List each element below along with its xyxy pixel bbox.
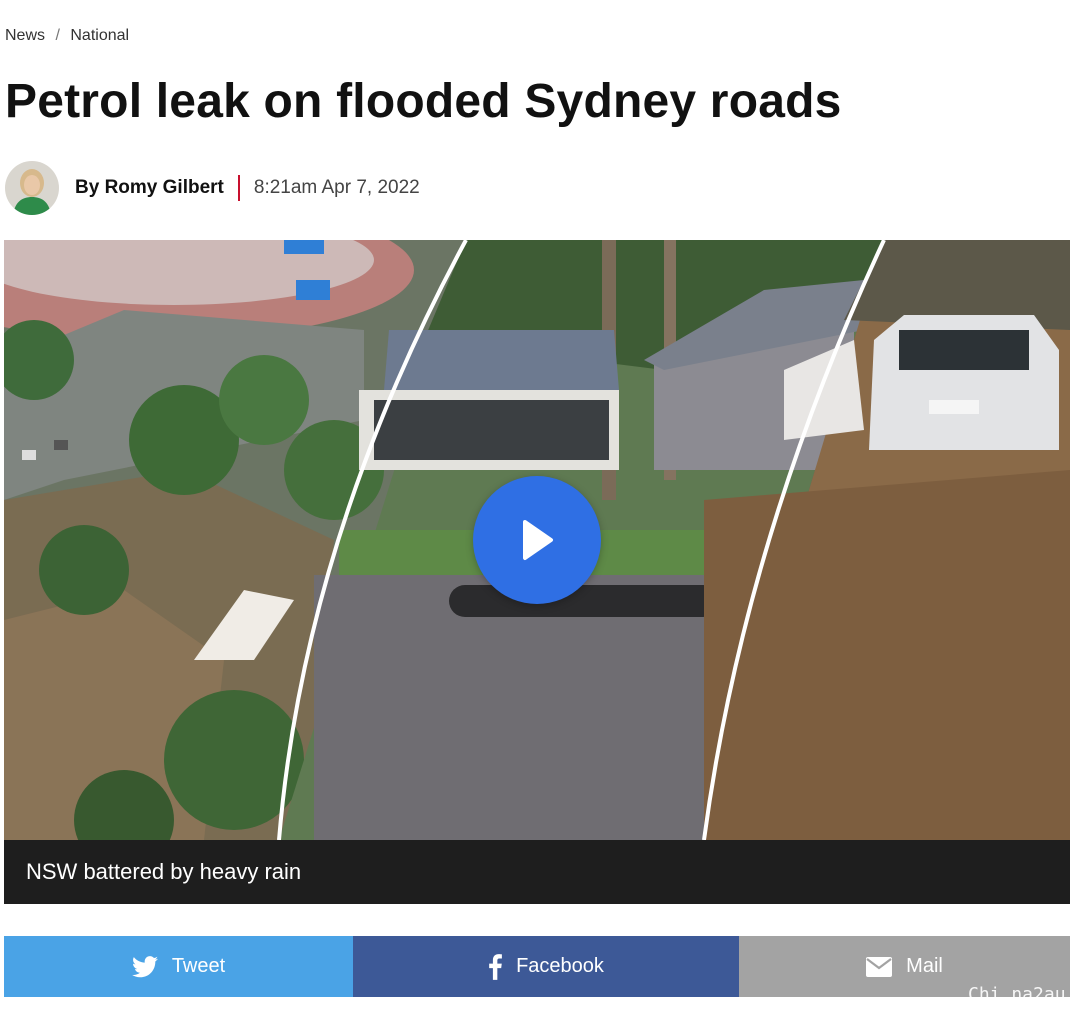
play-icon [523, 520, 553, 560]
author-name[interactable]: By Romy Gilbert [75, 177, 224, 199]
tweet-button[interactable]: Tweet [4, 936, 353, 997]
publish-timestamp: 8:21am Apr 7, 2022 [253, 177, 420, 198]
mail-label: Mail [906, 955, 943, 977]
mail-icon [866, 956, 893, 977]
twitter-icon [131, 955, 158, 978]
byline-divider [237, 175, 240, 201]
breadcrumb-separator: / [55, 27, 60, 44]
breadcrumb-national-link[interactable]: National [70, 27, 129, 44]
page-title: Petrol leak on flooded Sydney roads [5, 75, 842, 128]
facebook-button[interactable]: Facebook [353, 936, 739, 997]
facebook-icon [488, 953, 502, 980]
video-caption: NSW battered by heavy rain [4, 840, 1070, 904]
video-player[interactable] [4, 240, 1070, 840]
breadcrumb: News / National [5, 27, 129, 45]
watermark: Chi na2au [968, 984, 1066, 1005]
byline: By Romy Gilbert 8:21am Apr 7, 2022 [5, 160, 420, 216]
share-bar: Tweet Facebook Mail [4, 936, 1070, 997]
tweet-label: Tweet [171, 955, 226, 977]
author-avatar[interactable] [5, 161, 59, 215]
breadcrumb-news-link[interactable]: News [5, 27, 45, 44]
play-button[interactable] [473, 476, 601, 604]
facebook-label: Facebook [516, 955, 604, 977]
